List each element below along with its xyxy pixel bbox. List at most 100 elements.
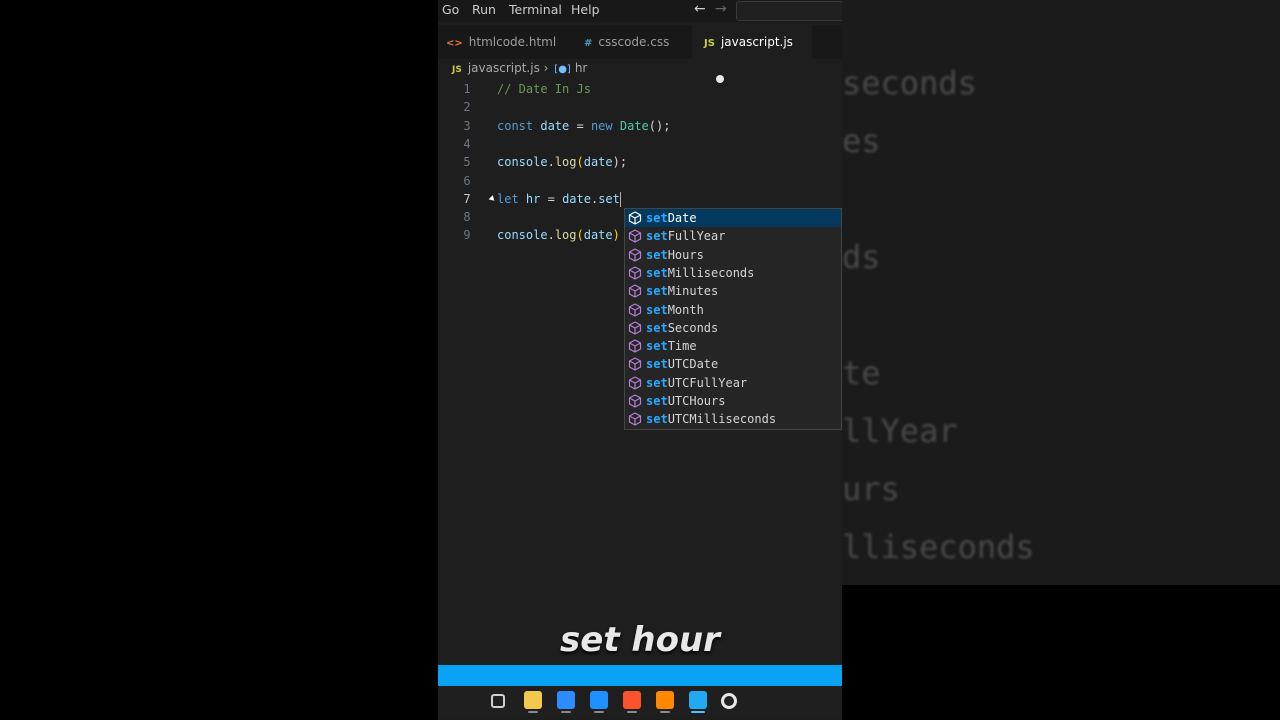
store-icon[interactable] — [557, 691, 575, 709]
back-arrow-icon[interactable]: ← — [694, 1, 706, 17]
code-token: = — [569, 118, 591, 133]
js-file-icon: JS — [704, 38, 715, 49]
suggestion-item[interactable]: setUTCDate — [625, 355, 841, 373]
suggestion-item[interactable]: setHours — [625, 246, 841, 264]
background-word: lliseconds — [842, 528, 1035, 566]
breadcrumb-symbol[interactable]: hr — [575, 61, 588, 75]
forward-arrow-icon[interactable]: → — [715, 1, 727, 17]
menu-run[interactable]: Run — [472, 2, 496, 17]
suggestion-label: setSeconds — [646, 320, 719, 335]
method-cube-icon — [628, 229, 642, 243]
background-word: te — [842, 354, 881, 392]
suggestion-item[interactable]: setDate — [625, 209, 841, 227]
code-text: // Date In Js — [497, 80, 591, 98]
code-line[interactable]: 1 // Date In Js — [438, 80, 842, 98]
method-cube-icon — [628, 321, 642, 335]
code-token: date — [562, 191, 591, 206]
code-token: ); — [612, 155, 628, 170]
method-cube-icon — [628, 247, 642, 262]
code-token: console — [497, 228, 548, 243]
autocomplete-suggestions: setDate setFullYear setHours setMillisecond… — [624, 208, 842, 430]
suggestion-label: setMinutes — [646, 284, 719, 299]
menu-terminal[interactable]: Terminal — [509, 2, 562, 17]
taskbar-running-indicator — [561, 711, 571, 713]
code-token: // Date In Js — [497, 82, 591, 96]
line-number: 6 — [463, 173, 471, 188]
menu-bar: Go Run Terminal Help ← → — [438, 0, 842, 22]
line-number: 2 — [463, 100, 471, 115]
code-line[interactable]: 4 — [438, 135, 842, 153]
breadcrumb: JS javascript.js › [●] hr — [452, 61, 587, 75]
code-token: ( — [576, 155, 584, 170]
task-view-icon[interactable] — [491, 694, 505, 708]
code-token: ( — [576, 228, 584, 243]
suggestion-label: setUTCHours — [646, 394, 726, 408]
suggestion-item[interactable]: setSeconds — [625, 319, 841, 337]
suggestion-item[interactable]: setUTCHours — [625, 392, 841, 410]
chrome-icon[interactable] — [721, 693, 737, 709]
suggestion-label: setFullYear — [646, 229, 726, 244]
menu-go[interactable]: Go — [442, 2, 459, 17]
tab-csscode[interactable]: # csscode.css — [572, 25, 692, 59]
code-token: . — [547, 155, 555, 170]
editor-tabs: <> htmlcode.html # csscode.css JS javascrip… — [438, 25, 842, 83]
code-token: Date — [619, 118, 649, 133]
background-blur-panel: seconds es ds te llYear urs lliseconds — [842, 0, 1280, 585]
code-text: const date = new Date(); — [497, 117, 670, 135]
suggestion-item[interactable]: setFullYear — [625, 227, 841, 245]
js-file-icon: JS — [452, 65, 462, 75]
code-token: date — [540, 118, 570, 133]
html-file-icon: <> — [446, 38, 463, 49]
suggestion-item[interactable]: setMilliseconds — [625, 264, 841, 282]
background-word: seconds — [842, 64, 977, 102]
suggestion-label: setMilliseconds — [646, 265, 755, 280]
status-bar — [438, 665, 842, 686]
brave-browser-icon[interactable] — [623, 691, 641, 709]
taskbar-running-indicator — [528, 711, 538, 713]
tab-htmlcode[interactable]: <> htmlcode.html — [438, 25, 572, 59]
code-line[interactable]: 7 let hr = date.set — [438, 190, 842, 208]
file-explorer-icon[interactable] — [524, 691, 542, 709]
taskbar-running-indicator — [627, 711, 637, 713]
code-token: . — [547, 228, 555, 243]
method-cube-icon — [628, 284, 642, 298]
line-number: 8 — [463, 210, 471, 225]
vscode-icon[interactable] — [689, 691, 707, 709]
background-word: urs — [842, 470, 900, 508]
code-line[interactable]: 6 — [438, 172, 842, 190]
code-token: date — [583, 155, 613, 170]
code-line[interactable]: 3 const date = new Date(); — [438, 117, 842, 135]
code-token: let — [497, 191, 519, 206]
command-center-search[interactable] — [736, 1, 842, 21]
code-text: console.log(date); — [497, 153, 627, 171]
background-word: es — [842, 122, 881, 160]
tab-label: javascript.js — [720, 35, 793, 49]
code-token: hr — [525, 191, 541, 206]
suggestion-item[interactable]: setUTCMilliseconds — [625, 410, 841, 428]
vlc-icon[interactable] — [656, 691, 674, 709]
tab-javascript[interactable]: JS javascript.js — [692, 25, 812, 83]
code-token: log — [554, 228, 577, 243]
suggestion-item[interactable]: setUTCFullYear — [625, 374, 841, 392]
taskbar-running-indicator — [594, 711, 604, 713]
text-cursor — [619, 191, 621, 207]
method-cube-icon — [628, 266, 642, 280]
taskbar-running-indicator — [691, 711, 705, 713]
code-token: ) — [612, 228, 620, 243]
suggestion-item[interactable]: setTime — [625, 337, 841, 355]
tab-label: htmlcode.html — [468, 35, 557, 49]
code-line[interactable]: 5 console.log(date); — [438, 153, 842, 171]
code-token: log — [554, 155, 577, 170]
code-line[interactable]: 2 — [438, 98, 842, 116]
taskbar — [438, 686, 842, 714]
breadcrumb-file[interactable]: javascript.js — [468, 61, 540, 75]
suggestion-item[interactable]: setMonth — [625, 301, 841, 319]
code-token: set — [598, 191, 620, 206]
mail-icon[interactable] — [590, 691, 608, 709]
suggestion-item[interactable]: setMinutes — [625, 282, 841, 300]
suggestion-label: setUTCMilliseconds — [646, 412, 777, 427]
method-cube-icon — [628, 339, 642, 353]
suggestion-label: setTime — [646, 339, 697, 354]
menu-help[interactable]: Help — [571, 2, 600, 17]
